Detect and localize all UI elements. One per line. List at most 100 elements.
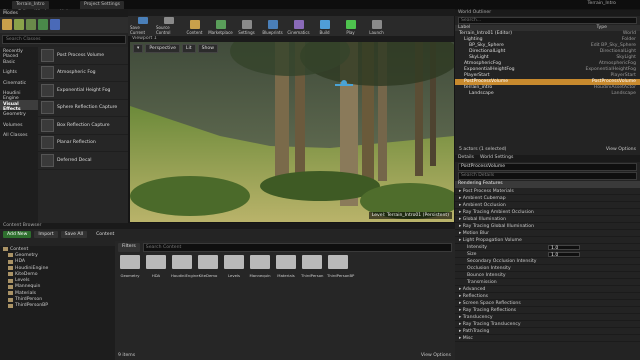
modes-tab[interactable]: Modes <box>0 10 128 17</box>
category-item[interactable]: Houdini Engine <box>0 89 38 101</box>
window-title: Terrain_Intro <box>587 1 616 6</box>
asset-folder[interactable]: KiteDemo <box>197 255 219 281</box>
placeable-item[interactable]: Box Reflection Capture <box>38 117 128 135</box>
rendering-features-section[interactable]: Rendering Features <box>455 181 640 188</box>
tree-folder-label: Materials <box>15 290 37 296</box>
actor-name-field[interactable]: PostProcessVolume <box>458 163 637 171</box>
placeable-item[interactable]: Atmospheric Fog <box>38 65 128 82</box>
landscape-mode-icon[interactable] <box>26 19 36 30</box>
placeable-item[interactable]: Post Process Volume <box>38 47 128 65</box>
asset-folder[interactable]: ThirdPerson <box>301 255 323 281</box>
project-settings-tab[interactable]: Project Settings <box>80 1 125 9</box>
save-all-button[interactable]: Save All <box>60 231 88 238</box>
details-row[interactable]: Size 1.0 <box>455 251 640 258</box>
asset-folder[interactable]: HDA <box>145 255 167 281</box>
value-field[interactable]: 1.0 <box>548 251 580 258</box>
place-mode-icon[interactable] <box>2 19 12 30</box>
toolbar-button[interactable]: Marketplace <box>208 17 233 35</box>
category-item[interactable]: Lights <box>0 68 38 79</box>
details-row[interactable]: Occlusion Intensity <box>455 265 640 272</box>
toolbar-button[interactable]: Content <box>182 17 207 35</box>
viewport-options-button[interactable]: ▾ <box>133 44 144 53</box>
viewport-tab[interactable]: Viewport 1 <box>130 36 454 42</box>
asset-folder[interactable]: Geometry <box>119 255 141 281</box>
asset-folder[interactable]: HoudiniEngine <box>171 255 199 281</box>
asset-folder[interactable]: Levels <box>223 255 245 281</box>
details-row[interactable]: ▸ Global Illumination <box>455 216 640 223</box>
world-settings-tab[interactable]: World Settings <box>480 155 513 162</box>
toolbar-button[interactable]: Save Current <box>130 17 155 35</box>
category-item[interactable]: Visual Effects <box>0 99 38 112</box>
filters-button[interactable]: Filters <box>118 243 140 252</box>
details-row[interactable]: ▸ Light Propagation Volume <box>455 237 640 244</box>
details-row[interactable]: ▸ Ray Tracing Ambient Occlusion <box>455 209 640 216</box>
category-item[interactable]: All Classes <box>0 131 38 142</box>
lit-button[interactable]: Lit <box>181 44 196 53</box>
placeable-item[interactable]: Sphere Reflection Capture <box>38 100 128 117</box>
toolbar-button[interactable]: Launch <box>364 17 389 35</box>
details-row[interactable]: ▸ Ray Tracing Translucency <box>455 321 640 328</box>
details-row[interactable]: ▸ Translucency <box>455 314 640 321</box>
details-row[interactable]: ▸ Ambient Cubemap <box>455 195 640 202</box>
toolbar-button[interactable]: Source Control <box>156 17 181 35</box>
details-row[interactable]: ▸ Motion Blur <box>455 230 640 237</box>
placeable-item[interactable]: Deferred Decal <box>38 152 128 170</box>
details-row[interactable]: Bounce Intensity <box>455 272 640 279</box>
add-new-button[interactable]: Add New <box>3 231 32 238</box>
details-tab[interactable]: Details <box>458 155 474 162</box>
paint-mode-icon[interactable] <box>14 19 24 30</box>
details-label: ▸ Screen Space Reflections <box>459 300 521 306</box>
class-search-input[interactable]: Search Classes <box>2 35 126 44</box>
asset-folder[interactable]: Mannequin <box>249 255 271 281</box>
world-outliner: World Outliner Search... Label Type Terr… <box>455 10 640 155</box>
toolbar-button[interactable]: Blueprints <box>260 17 285 35</box>
toolbar-button[interactable]: Build <box>312 17 337 35</box>
level-viewport[interactable]: Viewport 1 ▾ Perspective Lit Show Level:… <box>130 36 454 222</box>
details-row[interactable]: ▸ Ambient Occlusion <box>455 202 640 209</box>
details-row[interactable]: ▸ Ray Tracing Global Illumination <box>455 223 640 230</box>
outliner-row[interactable]: Landscape Landscape <box>455 91 640 97</box>
details-row[interactable]: Transmission <box>455 279 640 286</box>
toolbar-button[interactable]: Settings <box>234 17 259 35</box>
category-item[interactable]: Geometry <box>0 110 38 121</box>
asset-folder[interactable]: ThirdPersonBP <box>327 255 354 281</box>
asset-folder[interactable]: Materials <box>275 255 297 281</box>
level-tab[interactable]: Terrain_Intro <box>12 1 49 9</box>
placeable-item[interactable]: Exponential Height Fog <box>38 82 128 100</box>
outliner-search-input[interactable]: Search... <box>458 17 637 24</box>
details-search-input[interactable]: Search Details <box>458 172 637 180</box>
geometry-mode-icon[interactable] <box>50 19 60 30</box>
details-row[interactable]: Intensity 1.0 <box>455 244 640 251</box>
toolbar-icon <box>319 20 330 29</box>
category-item[interactable]: Recently Placed <box>0 47 38 59</box>
tree-folder[interactable]: ThirdPersonBP <box>0 303 115 309</box>
path-breadcrumb[interactable]: Content <box>96 232 114 237</box>
foliage-mode-icon[interactable] <box>38 19 48 30</box>
show-button[interactable]: Show <box>197 44 218 53</box>
placeable-item[interactable]: Planar Reflection <box>38 135 128 152</box>
details-row[interactable]: ▸ Advanced <box>455 286 640 293</box>
import-button[interactable]: Import <box>34 231 58 238</box>
category-item[interactable]: Basic <box>0 58 38 69</box>
view-options-button[interactable]: View Options <box>421 353 451 358</box>
details-row[interactable]: Secondary Occlusion Intensity <box>455 258 640 265</box>
details-row[interactable]: ▸ Ray Tracing Reflections <box>455 307 640 314</box>
category-item[interactable]: Cinematic <box>0 79 38 90</box>
type-column[interactable]: Type <box>596 25 607 31</box>
details-row[interactable]: ▸ Post Process Materials <box>455 188 640 195</box>
category-item[interactable]: Volumes <box>0 121 38 132</box>
content-search-input[interactable]: Search Content <box>142 243 452 252</box>
toolbar-button[interactable]: Play <box>338 17 363 35</box>
details-row[interactable]: ▸ Reflections <box>455 293 640 300</box>
perspective-button[interactable]: Perspective <box>145 44 180 53</box>
details-row[interactable]: ▸ PathTracing <box>455 328 640 335</box>
tree-folder-label: ThirdPerson <box>15 297 43 303</box>
toolbar-button[interactable]: Cinematics <box>286 17 311 35</box>
details-row[interactable]: ▸ Misc <box>455 335 640 342</box>
folder-icon <box>8 253 13 258</box>
outliner-tab[interactable]: World Outliner <box>455 10 640 16</box>
value-field[interactable]: 1.0 <box>548 244 580 251</box>
forest-scene <box>130 36 454 222</box>
outliner-view-options[interactable]: View Options <box>606 147 636 152</box>
details-row[interactable]: ▸ Screen Space Reflections <box>455 300 640 307</box>
